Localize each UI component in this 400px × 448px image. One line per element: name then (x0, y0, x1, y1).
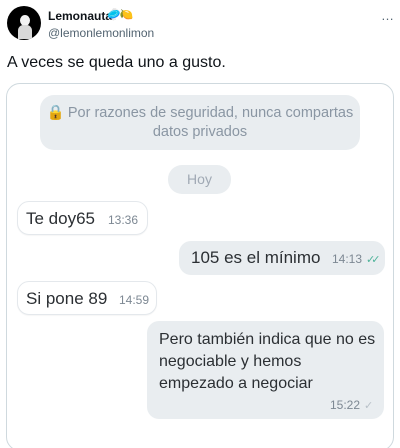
tweet-header: Lemonauta 🥏🍋 @lemonlemonlimon … (0, 0, 400, 50)
avatar[interactable] (7, 6, 41, 40)
more-icon[interactable]: … (381, 8, 395, 23)
message-time: 15:22 (330, 398, 361, 412)
message-text: Te doy65 (26, 209, 95, 228)
message-text: 105 es el mínimo (191, 248, 321, 267)
message-bubble-outgoing: 105 es el mínimo 14:13 ✓✓ (179, 241, 385, 275)
message-time: 14:59 (119, 293, 150, 307)
date-chip: Hoy (168, 165, 231, 194)
tweet-text: A veces se queda uno a gusto. (7, 54, 226, 71)
message-text: Si pone 89 (26, 289, 108, 308)
avatar-body (18, 25, 32, 39)
lock-icon: 🔒 (46, 105, 65, 121)
read-check-icon: ✓✓ (366, 254, 381, 266)
chat-screenshot[interactable]: 🔒 Por razones de seguridad, nunca compart… (6, 83, 394, 448)
security-notice: 🔒 Por razones de seguridad, nunca compart… (40, 95, 360, 150)
handle[interactable]: @lemonlemonlimon (48, 26, 154, 40)
name-emoji: 🥏🍋 (107, 9, 133, 21)
security-notice-text: Por razones de seguridad, nunca comparta… (67, 105, 354, 140)
message-bubble-outgoing: Pero también indica que no es negociable… (147, 321, 384, 419)
display-name[interactable]: Lemonauta (48, 9, 112, 23)
message-bubble-incoming: Te doy65 13:36 (17, 201, 148, 235)
message-time: 14:13 (332, 252, 363, 266)
message-text: Pero también indica que no es negociable… (159, 331, 376, 392)
message-bubble-incoming: Si pone 89 14:59 (17, 281, 157, 315)
message-time: 13:36 (108, 213, 139, 227)
sent-check-icon: ✓ (364, 400, 373, 412)
